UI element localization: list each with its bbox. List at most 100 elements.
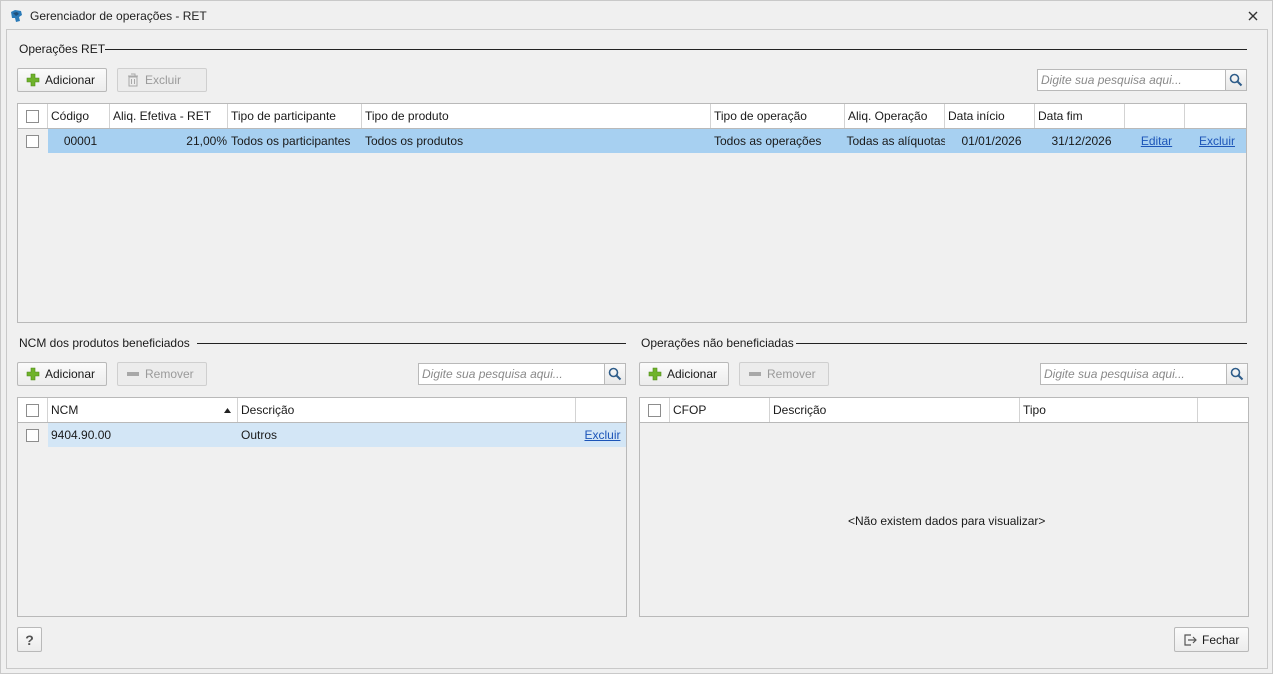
add-ncm-button[interactable]: Adicionar [17,362,107,386]
cell-tipo-participante: Todos os participantes [231,134,351,148]
cell-delete: Excluir [576,423,626,447]
col-delete-action [1185,104,1246,128]
close-icon[interactable] [1247,10,1259,22]
search-icon [608,367,622,381]
select-all-checkbox-cell[interactable] [18,104,48,128]
operations-manager-window: Gerenciador de operações - RET Operações… [0,0,1273,674]
col-descricao[interactable]: Descrição [770,398,1020,422]
add-cfop-label: Adicionar [667,367,718,381]
section-title-nao-beneficiadas: Operações não beneficiadas [641,336,794,350]
section-divider [796,343,1247,344]
row-checkbox-cell[interactable] [18,129,48,153]
remove-ncm-label: Remover [145,367,194,381]
empty-state-message: <Não existem dados para visualizar> [848,514,1046,528]
delete-operation-label: Excluir [145,73,182,87]
remove-cfop-label: Remover [767,367,816,381]
cell-data-fim: 31/12/2026 [1051,134,1112,148]
selected-row-band: 00001 21,00% Todos os participantes Todo… [48,129,1246,153]
cfop-search-button[interactable] [1226,364,1247,384]
cell-tipo-produto: Todos os produtos [365,134,464,148]
ncm-search [418,363,626,385]
title-bar: Gerenciador de operações - RET [1,1,1272,29]
cell-codigo: 00001 [63,134,98,148]
cell-descricao: Outros [241,428,278,442]
close-button[interactable]: Fechar [1174,627,1249,652]
operations-grid: Código Aliq. Efetiva - RET Tipo de parti… [17,103,1247,323]
table-row[interactable]: 00001 21,00% Todos os participantes Todo… [18,129,1246,153]
col-ncm[interactable]: NCM [48,398,238,422]
col-action [1198,398,1248,422]
app-logo-icon [11,10,22,22]
col-aliq-operacao[interactable]: Aliq. Operação [845,104,945,128]
cell-edit: Editar [1125,129,1185,153]
col-tipo-operacao[interactable]: Tipo de operação [711,104,845,128]
operations-search-button[interactable] [1225,70,1246,90]
plus-icon [648,367,662,381]
search-icon [1230,367,1244,381]
cell-ncm: 9404.90.00 [51,428,112,442]
selected-row-band: 9404.90.00 Outros Excluir [48,423,626,447]
col-descricao[interactable]: Descrição [238,398,576,422]
section-divider [105,49,1247,50]
select-all-checkbox-cell[interactable] [640,398,670,422]
row-checkbox[interactable] [26,134,39,148]
col-codigo[interactable]: Código [48,104,110,128]
remove-ncm-button[interactable]: Remover [117,362,207,386]
col-tipo-participante[interactable]: Tipo de participante [228,104,362,128]
cfop-search-input[interactable] [1041,364,1226,384]
delete-link[interactable]: Excluir [584,428,620,442]
col-cfop[interactable]: CFOP [670,398,770,422]
minus-icon [749,372,761,376]
section-divider [197,343,626,344]
add-cfop-button[interactable]: Adicionar [639,362,729,386]
help-label: ? [25,631,34,648]
select-all-checkbox[interactable] [26,109,39,123]
col-tipo-produto[interactable]: Tipo de produto [362,104,711,128]
ncm-search-button[interactable] [604,364,625,384]
section-title-operacoes: Operações RET [19,42,106,56]
select-all-checkbox[interactable] [26,403,39,417]
add-ncm-label: Adicionar [45,367,96,381]
row-checkbox[interactable] [26,428,39,442]
table-row[interactable]: 9404.90.00 Outros Excluir [18,423,626,447]
cell-aliq-efetiva: 21,00% [186,134,227,148]
cell-delete: Excluir [1185,129,1246,153]
operations-grid-header: Código Aliq. Efetiva - RET Tipo de parti… [18,104,1246,129]
col-tipo[interactable]: Tipo [1020,398,1198,422]
col-data-fim[interactable]: Data fim [1035,104,1125,128]
col-aliq-efetiva[interactable]: Aliq. Efetiva - RET [110,104,228,128]
remove-cfop-button[interactable]: Remover [739,362,829,386]
help-button[interactable]: ? [17,627,42,652]
col-ncm-label: NCM [51,403,79,417]
close-label: Fechar [1202,632,1240,647]
select-all-checkbox[interactable] [648,403,661,417]
minus-icon [127,372,139,376]
window-title: Gerenciador de operações - RET [30,9,207,23]
plus-icon [26,367,40,381]
add-operation-label: Adicionar [45,73,96,87]
select-all-checkbox-cell[interactable] [18,398,48,422]
cfop-grid: CFOP Descrição Tipo <Não existem dados p… [639,397,1249,617]
cfop-search [1040,363,1248,385]
plus-icon [26,73,40,87]
trash-icon [128,73,138,87]
cell-tipo-operacao: Todos as operações [714,134,822,148]
section-title-ncm: NCM dos produtos beneficiados [19,336,190,350]
col-edit-action [1125,104,1185,128]
delete-link[interactable]: Excluir [1199,134,1235,148]
cell-data-inicio: 01/01/2026 [961,134,1022,148]
cfop-grid-header: CFOP Descrição Tipo [640,398,1248,423]
cell-aliq-operacao: Todas as alíquotas [846,134,945,148]
delete-operation-button[interactable]: Excluir [117,68,207,92]
col-data-inicio[interactable]: Data início [945,104,1035,128]
search-icon [1229,73,1243,87]
operations-search-input[interactable] [1038,70,1225,90]
ncm-grid-header: NCM Descrição [18,398,626,423]
ncm-search-input[interactable] [419,364,604,384]
ncm-grid: NCM Descrição 9404.90.00 Outros Excluir [17,397,627,617]
exit-icon [1184,633,1197,646]
col-delete-action [576,398,626,422]
add-operation-button[interactable]: Adicionar [17,68,107,92]
edit-link[interactable]: Editar [1141,134,1172,148]
row-checkbox-cell[interactable] [18,423,48,447]
